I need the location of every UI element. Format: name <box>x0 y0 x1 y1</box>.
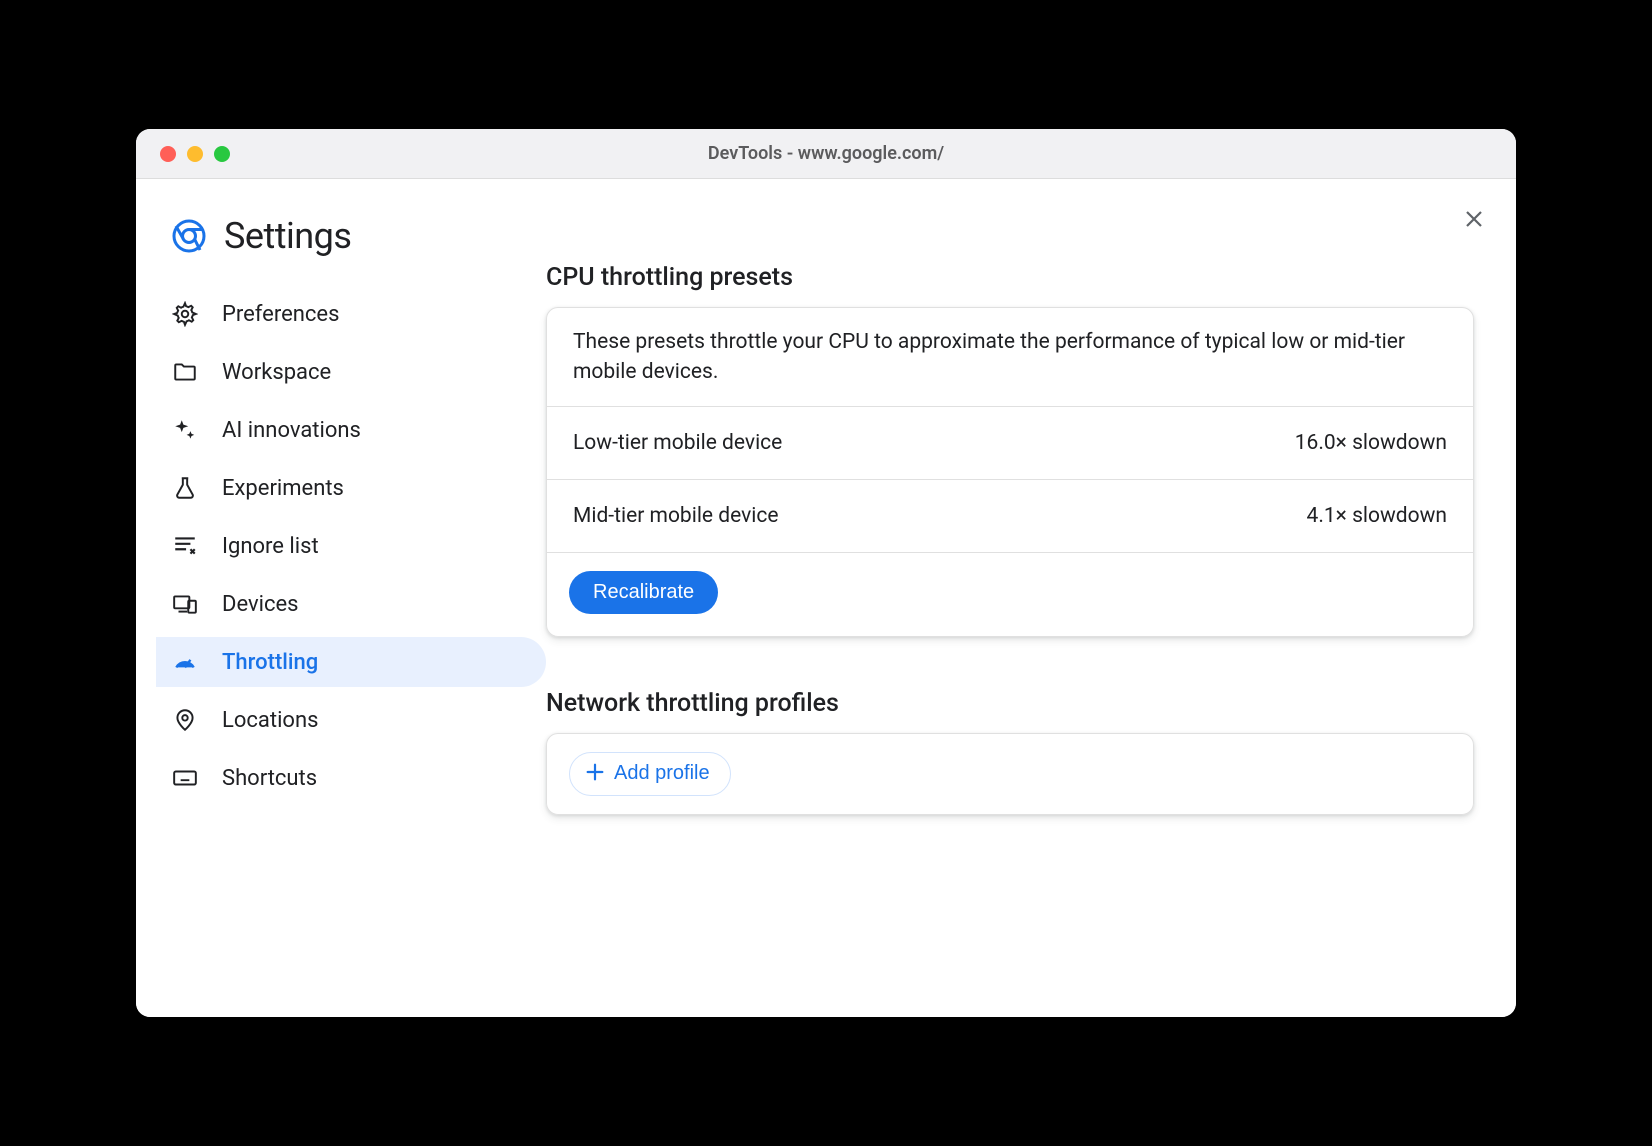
network-section-title: Network throttling profiles <box>546 689 1474 718</box>
sidebar-item-ai-innovations[interactable]: AI innovations <box>156 405 546 455</box>
sparkle-icon <box>172 417 198 443</box>
sidebar-item-throttling[interactable]: Throttling <box>156 637 546 687</box>
sidebar-item-label: Ignore list <box>222 534 319 559</box>
settings-main: CPU throttling presets These presets thr… <box>546 179 1516 1017</box>
sidebar-item-devices[interactable]: Devices <box>156 579 546 629</box>
filter-x-icon <box>172 533 198 559</box>
preset-value: 4.1× slowdown <box>1307 504 1447 528</box>
network-profiles-card: Add profile <box>546 733 1474 815</box>
keyboard-icon <box>172 765 198 791</box>
sidebar-item-preferences[interactable]: Preferences <box>156 289 546 339</box>
cpu-section-title: CPU throttling presets <box>546 263 1474 292</box>
folder-icon <box>172 359 198 385</box>
sidebar-item-label: Workspace <box>222 360 331 385</box>
window-controls <box>136 146 230 162</box>
sidebar-list: Preferences Workspace <box>156 277 546 803</box>
gauge-icon <box>172 649 198 675</box>
add-profile-button[interactable]: Add profile <box>569 752 731 796</box>
sidebar-item-label: Devices <box>222 592 299 617</box>
cpu-presets-card: These presets throttle your CPU to appro… <box>546 307 1474 637</box>
chrome-icon <box>172 219 206 253</box>
flask-icon <box>172 475 198 501</box>
sidebar-item-locations[interactable]: Locations <box>156 695 546 745</box>
preset-row: Mid-tier mobile device 4.1× slowdown <box>547 480 1473 553</box>
sidebar-item-label: Shortcuts <box>222 766 317 791</box>
preset-row: Low-tier mobile device 16.0× slowdown <box>547 407 1473 480</box>
sidebar-item-label: Preferences <box>222 302 339 327</box>
close-settings-button[interactable] <box>1462 207 1486 235</box>
sidebar-item-experiments[interactable]: Experiments <box>156 463 546 513</box>
sidebar-item-ignore-list[interactable]: Ignore list <box>156 521 546 571</box>
window-close-button[interactable] <box>160 146 176 162</box>
preset-name: Mid-tier mobile device <box>573 504 779 528</box>
sidebar-item-label: Experiments <box>222 476 344 501</box>
settings-header: Settings <box>156 215 546 277</box>
settings-content: Settings Preferences <box>136 179 1516 1017</box>
add-profile-label: Add profile <box>614 762 710 785</box>
sidebar-item-workspace[interactable]: Workspace <box>156 347 546 397</box>
window-maximize-button[interactable] <box>214 146 230 162</box>
sidebar-item-label: AI innovations <box>222 418 361 443</box>
settings-sidebar: Settings Preferences <box>136 179 546 1017</box>
window-minimize-button[interactable] <box>187 146 203 162</box>
close-icon <box>1462 207 1486 231</box>
gear-icon <box>172 301 198 327</box>
devices-icon <box>172 591 198 617</box>
window-title: DevTools - www.google.com/ <box>136 143 1516 164</box>
cpu-presets-description: These presets throttle your CPU to appro… <box>547 308 1473 407</box>
sidebar-item-label: Throttling <box>222 650 318 675</box>
sidebar-item-label: Locations <box>222 708 318 733</box>
plus-icon <box>584 761 606 787</box>
preset-value: 16.0× slowdown <box>1295 431 1447 455</box>
devtools-settings-window: DevTools - www.google.com/ Settings <box>136 129 1516 1017</box>
sidebar-item-shortcuts[interactable]: Shortcuts <box>156 753 546 803</box>
recalibrate-button[interactable]: Recalibrate <box>569 571 718 614</box>
location-icon <box>172 707 198 733</box>
preset-name: Low-tier mobile device <box>573 431 782 455</box>
window-titlebar: DevTools - www.google.com/ <box>136 129 1516 179</box>
settings-title: Settings <box>224 215 351 257</box>
cpu-card-footer: Recalibrate <box>547 553 1473 636</box>
